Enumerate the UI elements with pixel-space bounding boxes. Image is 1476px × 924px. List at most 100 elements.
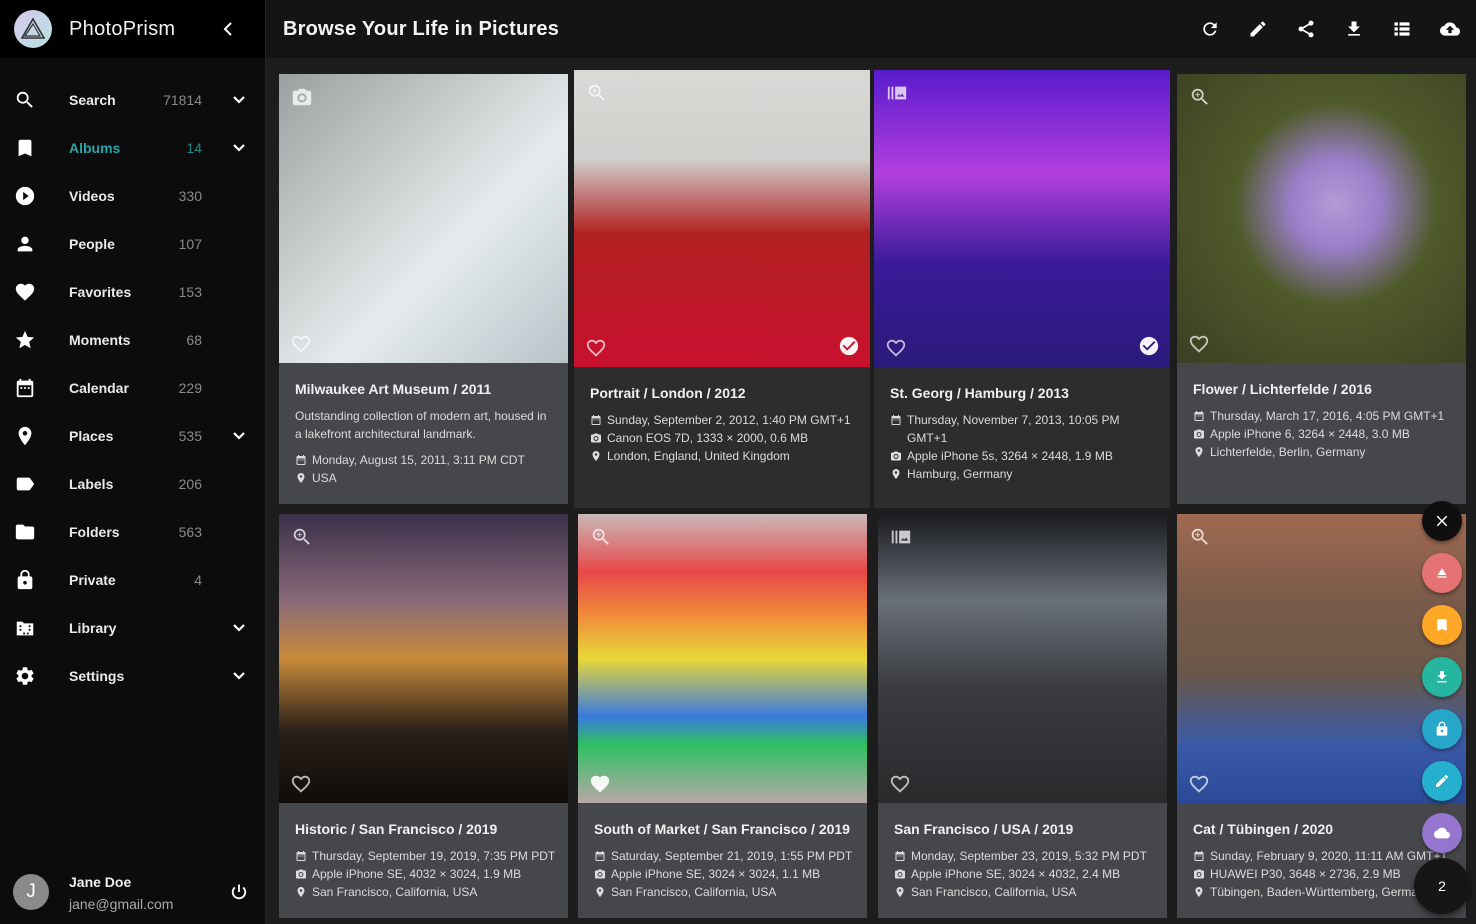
favorite-toggle[interactable] xyxy=(585,337,607,359)
expand-toggle[interactable] xyxy=(230,91,248,109)
list-view-button[interactable] xyxy=(1390,17,1414,41)
photo-card[interactable]: South of Market / San Francisco / 2019 S… xyxy=(578,514,867,918)
user-name: Jane Doe xyxy=(69,874,132,890)
sidebar-item-calendar[interactable]: Calendar 229 xyxy=(0,364,265,412)
favorite-toggle[interactable] xyxy=(1188,333,1210,355)
edit-selection-button[interactable] xyxy=(1422,761,1462,801)
sidebar-item-places[interactable]: Places 535 xyxy=(0,412,265,460)
stack-icon xyxy=(887,86,907,100)
photo-card[interactable]: Flower / Lichterfelde / 2016 Thursday, M… xyxy=(1177,74,1466,504)
folder-icon-wrap xyxy=(14,521,36,543)
photo-type-button[interactable] xyxy=(291,526,313,548)
toolbar xyxy=(1198,17,1462,41)
select-toggle[interactable] xyxy=(838,335,860,357)
sidebar-item-moments[interactable]: Moments 68 xyxy=(0,316,265,364)
sidebar-item-labels[interactable]: Labels 206 xyxy=(0,460,265,508)
photo-type-button[interactable] xyxy=(1189,86,1211,108)
expand-toggle[interactable] xyxy=(230,427,248,445)
photo-thumbnail[interactable] xyxy=(878,514,1167,803)
heart-icon xyxy=(590,775,610,793)
photo-type-button[interactable] xyxy=(890,526,912,548)
photo-date: Thursday, November 7, 2013, 10:05 PM GMT… xyxy=(890,411,1158,447)
sidebar-item-videos[interactable]: Videos 330 xyxy=(0,172,265,220)
favorite-toggle[interactable] xyxy=(290,773,312,795)
sidebar-item-people[interactable]: People 107 xyxy=(0,220,265,268)
logout-button[interactable] xyxy=(229,882,249,902)
make-private-button[interactable] xyxy=(1422,709,1462,749)
photo-card[interactable]: Milwaukee Art Museum / 2011 Outstanding … xyxy=(279,74,568,504)
selection-count-button[interactable]: 2 xyxy=(1414,858,1470,914)
refresh-button[interactable] xyxy=(1198,17,1222,41)
photo-title: St. Georg / Hamburg / 2013 xyxy=(890,385,1069,401)
download-selection-button[interactable] xyxy=(1422,657,1462,697)
heart-icon-wrap xyxy=(14,281,36,303)
play-circle-icon xyxy=(15,186,35,206)
photo-thumbnail[interactable] xyxy=(578,514,867,803)
sidebar-item-search[interactable]: Search 71814 xyxy=(0,76,265,124)
sidebar-item-label: Search xyxy=(69,92,116,108)
photo-thumbnail[interactable] xyxy=(279,514,568,803)
collapse-sidebar-button[interactable] xyxy=(218,18,238,40)
photo-card[interactable]: Historic / San Francisco / 2019 Thursday… xyxy=(279,514,568,918)
photo-card[interactable]: Portrait / London / 2012 Sunday, Septemb… xyxy=(574,70,870,508)
remove-button[interactable] xyxy=(1422,553,1462,593)
sidebar-item-label: Places xyxy=(69,428,114,444)
favorite-toggle[interactable] xyxy=(290,333,312,355)
sidebar-item-count: 535 xyxy=(178,428,202,444)
photo-info: Thursday, November 7, 2013, 10:05 PM GMT… xyxy=(890,411,1158,483)
zoom-in-icon xyxy=(592,528,609,545)
photo-thumbnail[interactable] xyxy=(574,70,870,367)
favorite-toggle[interactable] xyxy=(1188,773,1210,795)
expand-toggle[interactable] xyxy=(230,139,248,157)
sidebar-item-label: Folders xyxy=(69,524,120,540)
sidebar-item-count: 206 xyxy=(178,476,202,492)
sidebar-item-folders[interactable]: Folders 563 xyxy=(0,508,265,556)
avatar[interactable]: J xyxy=(13,874,49,910)
selection-count: 2 xyxy=(1438,878,1446,894)
sidebar-item-label: Albums xyxy=(69,140,121,156)
sidebar-item-settings[interactable]: Settings xyxy=(0,652,265,700)
share-icon xyxy=(1298,20,1314,38)
share-button[interactable] xyxy=(1294,17,1318,41)
calendar-icon xyxy=(891,415,901,425)
expand-toggle[interactable] xyxy=(230,667,248,685)
eject-icon xyxy=(1437,568,1447,578)
photo-thumbnail[interactable] xyxy=(874,70,1170,367)
photo-type-button[interactable] xyxy=(586,82,608,104)
sidebar-item-label: Private xyxy=(69,572,116,588)
favorite-toggle[interactable] xyxy=(885,337,907,359)
photo-camera: Apple iPhone 5s, 3264 × 2448, 1.9 MB xyxy=(890,447,1158,465)
share-selection-button[interactable] xyxy=(1422,813,1462,853)
select-toggle[interactable] xyxy=(1138,335,1160,357)
sidebar-item-albums[interactable]: Albums 14 xyxy=(0,124,265,172)
photo-thumbnail[interactable] xyxy=(1177,514,1466,803)
sidebar-item-library[interactable]: Library xyxy=(0,604,265,652)
photo-card[interactable]: St. Georg / Hamburg / 2013 Thursday, Nov… xyxy=(874,70,1170,508)
photoprism-logo[interactable] xyxy=(14,10,52,48)
photo-title: Flower / Lichterfelde / 2016 xyxy=(1193,381,1372,397)
sidebar-item-favorites[interactable]: Favorites 153 xyxy=(0,268,265,316)
photo-type-button[interactable] xyxy=(590,526,612,548)
photo-type-button[interactable] xyxy=(291,86,313,108)
photo-thumbnail[interactable] xyxy=(1177,74,1466,363)
place-icon xyxy=(896,887,904,897)
place-icon xyxy=(1195,887,1203,897)
expand-toggle[interactable] xyxy=(230,619,248,637)
app-name: PhotoPrism xyxy=(69,17,176,40)
upload-button[interactable] xyxy=(1438,17,1462,41)
camera-icon xyxy=(292,88,312,106)
sidebar-item-private[interactable]: Private 4 xyxy=(0,556,265,604)
photo-thumbnail[interactable] xyxy=(279,74,568,363)
list-view-icon xyxy=(1394,22,1410,36)
favorite-toggle[interactable] xyxy=(589,773,611,795)
bookmark-icon xyxy=(1437,619,1447,631)
photo-card[interactable]: San Francisco / USA / 2019 Monday, Septe… xyxy=(878,514,1167,918)
add-to-album-button[interactable] xyxy=(1422,605,1462,645)
clear-selection-button[interactable] xyxy=(1422,501,1462,541)
download-button[interactable] xyxy=(1342,17,1366,41)
favorite-toggle[interactable] xyxy=(889,773,911,795)
photo-date: Sunday, February 9, 2020, 11:11 AM GMT+1 xyxy=(1193,847,1454,865)
photo-type-button[interactable] xyxy=(1189,526,1211,548)
edit-button[interactable] xyxy=(1246,17,1270,41)
photo-type-button[interactable] xyxy=(886,82,908,104)
